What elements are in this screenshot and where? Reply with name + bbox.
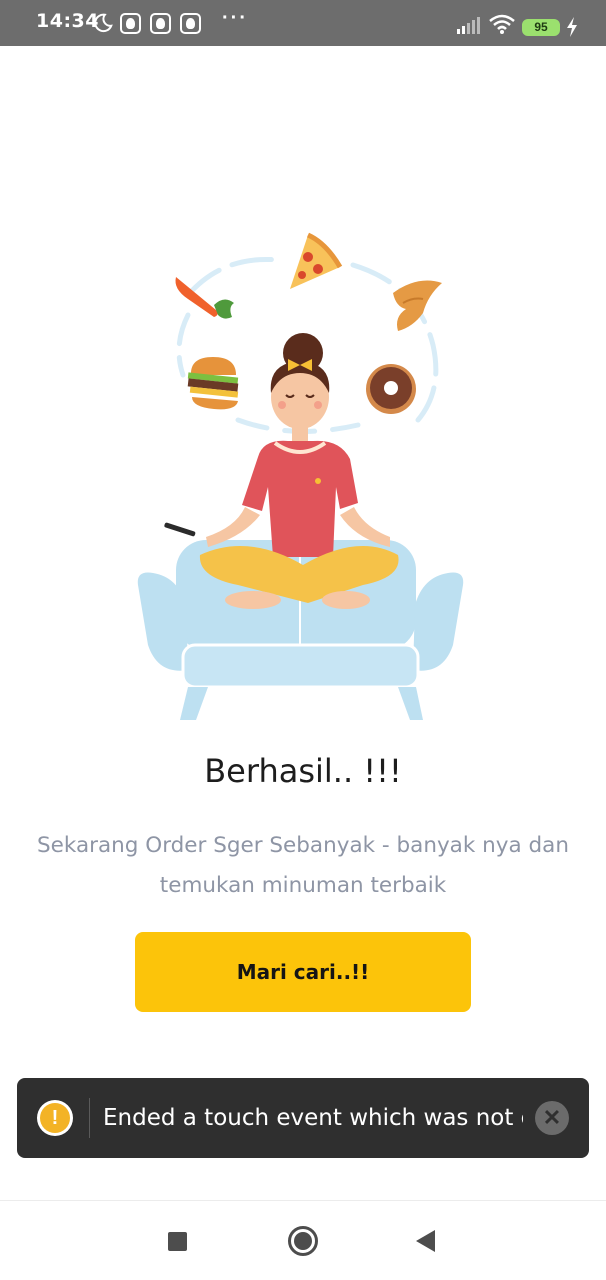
search-drinks-button[interactable]: Mari cari..!! — [135, 932, 471, 1012]
recents-icon[interactable] — [168, 1232, 187, 1251]
donut-icon — [366, 364, 416, 414]
page-subtitle: Sekarang Order Sger Sebanyak - banyak ny… — [37, 833, 569, 898]
toast-message: Ended a touch event which was not co... — [103, 1105, 523, 1131]
battery-icon: 95 — [522, 19, 560, 36]
system-nav-bar — [0, 1200, 606, 1280]
notification-icon — [120, 13, 141, 34]
toast-notification: ! Ended a touch event which was not co..… — [17, 1078, 589, 1158]
page-title: Berhasil.. !!! — [204, 752, 402, 790]
notification-icon — [150, 13, 171, 34]
status-bar: 14:34 ··· 95 — [0, 0, 606, 46]
carrot-icon — [175, 277, 234, 319]
wifi-icon — [489, 14, 515, 34]
success-illustration — [137, 232, 464, 720]
burger-icon — [187, 357, 239, 410]
toast-divider — [89, 1098, 90, 1138]
warning-icon: ! — [37, 1100, 73, 1136]
notification-icon — [180, 13, 201, 34]
moon-icon — [94, 13, 113, 33]
pizza-icon — [290, 232, 343, 289]
close-icon[interactable]: ✕ — [535, 1101, 569, 1135]
more-notifications-indicator: ··· — [222, 7, 248, 29]
back-icon[interactable] — [416, 1230, 435, 1252]
status-time: 14:34 — [36, 10, 99, 32]
signal-icon — [457, 17, 480, 34]
home-icon[interactable] — [288, 1226, 318, 1256]
charging-bolt-icon — [567, 17, 577, 37]
